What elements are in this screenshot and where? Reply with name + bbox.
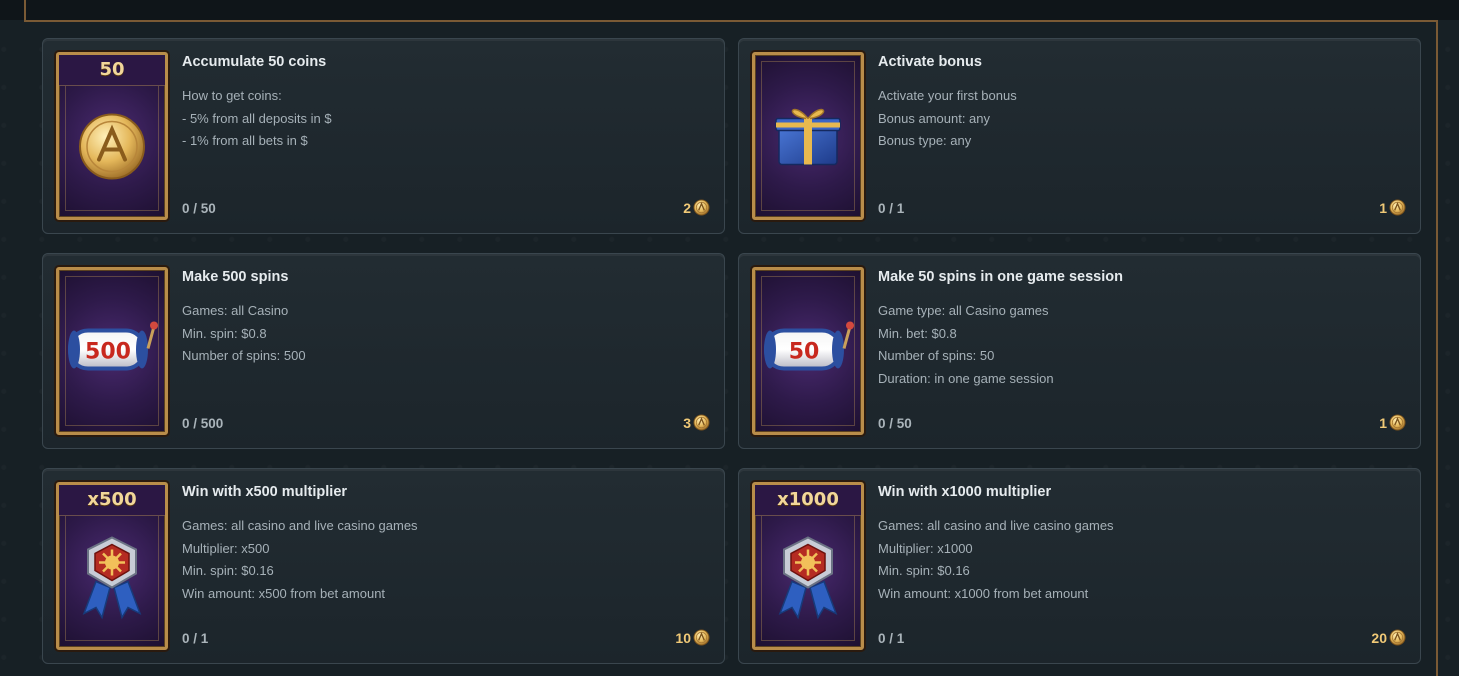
quest-detail-line: Game type: all Casino games [878, 303, 1049, 318]
quest-image-frame: 50 [752, 267, 864, 435]
quest-title: Make 50 spins in one game session [878, 269, 1123, 285]
quest-detail-line: Activate your first bonus [878, 88, 1017, 103]
quest-image-frame: x500 [56, 482, 168, 650]
reward-amount: 3 [683, 414, 691, 431]
quest-detail-line: Bonus type: any [878, 133, 972, 148]
quest-image-frame: 50 [56, 52, 168, 220]
quest-reward: 1 [1379, 199, 1406, 216]
quest-progress: 0 / 1 [878, 201, 905, 216]
coin-icon [693, 414, 710, 431]
medal-ribbon-icon [772, 531, 844, 626]
quest-detail-line: Win amount: x500 from bet amount [182, 585, 386, 601]
quest-title: Win with x500 multiplier [182, 484, 348, 500]
quest-title: Make 500 spins [182, 269, 289, 285]
quest-detail-line: Bonus amount: any [878, 110, 991, 126]
quest-description: Games: all Casino Min. spin: $0.8 Number o… [182, 300, 306, 368]
quest-description: How to get coins: - 5% from all deposits … [182, 85, 332, 153]
quest-detail-line: Games: all casino and live casino games [878, 518, 1114, 533]
slot-reel-50-icon: 50 [760, 319, 856, 384]
quest-description: Activate your first bonus Bonus amount: a… [878, 85, 1017, 153]
quest-reward: 3 [683, 414, 710, 431]
divider-right [1436, 20, 1438, 676]
coin-icon [693, 629, 710, 646]
quest-detail-line: Min. spin: $0.16 [878, 563, 970, 578]
quest-card[interactable]: 50 Accumulate 50 coins How to get coins: - … [42, 38, 725, 234]
frame-badge: x1000 [777, 489, 839, 510]
reward-amount: 1 [1379, 414, 1387, 431]
reward-amount: 20 [1371, 629, 1387, 646]
quest-card[interactable]: x1000 Win with x1000 multiplier Games: all… [738, 468, 1421, 664]
coin-icon [693, 199, 710, 216]
header-band [0, 0, 1459, 20]
coin-icon [1389, 629, 1406, 646]
quest-reward: 20 [1371, 629, 1406, 646]
quest-progress: 0 / 1 [878, 631, 905, 646]
quest-detail-line: - 1% from all bets in $ [182, 133, 308, 148]
quest-progress: 0 / 50 [878, 416, 912, 431]
quest-progress: 0 / 1 [182, 631, 209, 646]
quest-card[interactable]: 500 Make 500 spins Games: all Casino Min. s… [42, 253, 725, 449]
svg-text:50: 50 [789, 340, 820, 365]
quest-card[interactable]: x500 Win with x500 multiplier Games: all c… [42, 468, 725, 664]
quest-reward: 1 [1379, 414, 1406, 431]
coin-icon [1389, 414, 1406, 431]
quest-detail-line: - 5% from all deposits in $ [182, 110, 332, 126]
quest-detail-line: Games: all Casino [182, 303, 289, 318]
divider-left [24, 0, 26, 22]
quest-image-frame [752, 52, 864, 220]
quest-detail-line: How to get coins: [182, 88, 282, 103]
quest-progress: 0 / 50 [182, 201, 216, 216]
quest-detail-line: Win amount: x1000 from bet amount [878, 585, 1089, 601]
quest-description: Game type: all Casino games Min. bet: $0.… [878, 300, 1054, 390]
quest-detail-line: Multiplier: x500 [182, 540, 270, 556]
slot-reel-500-icon: 500 [64, 319, 160, 384]
reward-amount: 2 [683, 199, 691, 216]
reward-amount: 10 [675, 629, 691, 646]
quest-title: Win with x1000 multiplier [878, 484, 1052, 500]
quest-detail-line: Number of spins: 500 [182, 348, 306, 363]
frame-badge: x500 [87, 489, 137, 510]
quest-description: Games: all casino and live casino games M… [182, 515, 418, 605]
quest-detail-line: Min. bet: $0.8 [878, 325, 957, 341]
quest-detail-line: Multiplier: x1000 [878, 540, 973, 556]
gift-box-icon [771, 97, 845, 176]
quest-image-frame: x1000 [752, 482, 864, 650]
quest-page: 50 Accumulate 50 coins How to get coins: - … [0, 0, 1459, 676]
quest-detail-line: Number of spins: 50 [878, 348, 995, 363]
quest-grid: 50 Accumulate 50 coins How to get coins: - … [42, 38, 1421, 664]
quest-detail-line: Min. spin: $0.8 [182, 325, 267, 341]
coin-icon [1389, 199, 1406, 216]
svg-text:500: 500 [85, 340, 131, 365]
quest-detail-line: Games: all casino and live casino games [182, 518, 418, 533]
quest-reward: 2 [683, 199, 710, 216]
reward-amount: 1 [1379, 199, 1387, 216]
quest-card[interactable]: 50 Make 50 spins in one game session Game … [738, 253, 1421, 449]
divider [24, 20, 1438, 22]
quest-title: Activate bonus [878, 54, 982, 70]
medal-ribbon-icon [76, 531, 148, 626]
quest-detail-line: Min. spin: $0.16 [182, 563, 274, 578]
quest-reward: 10 [675, 629, 710, 646]
gold-coin-icon [77, 111, 147, 186]
quest-image-frame: 500 [56, 267, 168, 435]
frame-badge: 50 [99, 59, 125, 80]
quest-card[interactable]: Activate bonus Activate your first bonus B… [738, 38, 1421, 234]
quest-title: Accumulate 50 coins [182, 54, 327, 70]
quest-detail-line: Duration: in one game session [878, 370, 1054, 386]
quest-progress: 0 / 500 [182, 416, 224, 431]
quest-description: Games: all casino and live casino games M… [878, 515, 1114, 605]
